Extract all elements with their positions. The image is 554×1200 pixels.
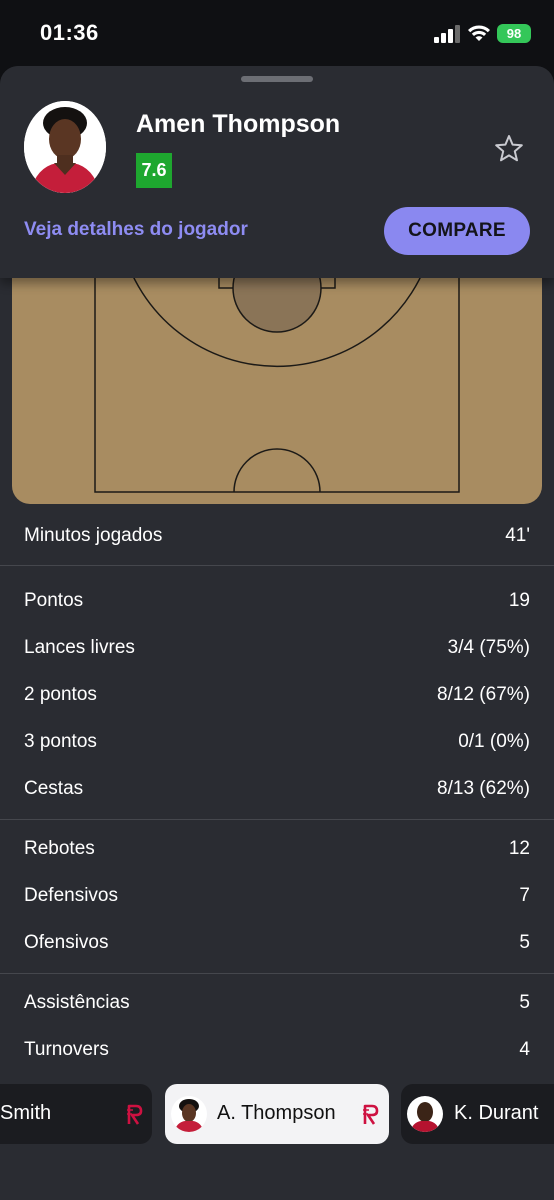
stat-label: Assistências (24, 992, 130, 1013)
stat-row-offensive-rebounds: Ofensivos 5 (0, 920, 554, 967)
stat-label: Ofensivos (24, 932, 109, 953)
star-icon[interactable] (493, 133, 525, 165)
wifi-icon (468, 25, 490, 41)
stat-value: 19 (508, 590, 530, 611)
player-chip-smith[interactable]: Smith (0, 1084, 152, 1144)
stat-value: 41' (505, 525, 530, 546)
sheet-grabber[interactable] (241, 76, 313, 82)
player-chip-name: A. Thompson (217, 1102, 336, 1124)
player-chip-avatar (407, 1096, 443, 1132)
stat-value: 4 (519, 1039, 530, 1060)
divider (0, 565, 554, 566)
battery-icon: 98 (497, 24, 531, 43)
stat-value: 8/13 (62%) (437, 778, 530, 799)
stat-label: Lances livres (24, 637, 135, 658)
player-chip-avatar (171, 1096, 207, 1132)
stat-value: 12 (508, 838, 530, 859)
player-chip-name: K. Durant (454, 1102, 539, 1124)
stat-row-free-throws: Lances livres 3/4 (75%) (0, 625, 554, 672)
rockets-logo-icon (363, 1104, 379, 1125)
stat-label: Defensivos (24, 885, 118, 906)
player-selector: Smith A. Thompson K. Durant (0, 1084, 554, 1144)
stat-row-points: Pontos 19 (0, 578, 554, 625)
rating-badge: 7.6 (136, 153, 172, 188)
stat-row-minutes: Minutos jogados 41' (0, 513, 554, 560)
divider (0, 973, 554, 974)
stat-row-turnovers: Turnovers 4 (0, 1027, 554, 1074)
stat-label: 3 pontos (24, 731, 97, 752)
stat-value: 5 (519, 992, 530, 1013)
player-chip-name: Smith (0, 1102, 52, 1124)
stat-label: Cestas (24, 778, 84, 799)
player-name: Amen Thompson (136, 110, 341, 138)
stat-label: Turnovers (24, 1039, 109, 1060)
player-chip-durant[interactable]: K. Durant (401, 1084, 554, 1144)
player-avatar (24, 101, 106, 193)
stat-value: 5 (519, 932, 530, 953)
stat-row-rebounds: Rebotes 12 (0, 826, 554, 873)
stat-label: Minutos jogados (24, 525, 163, 546)
player-details-link[interactable]: Veja detalhes do jogador (24, 219, 248, 241)
stat-value: 0/1 (0%) (458, 731, 530, 752)
stats-list: Minutos jogados 41' Pontos 19 Lances liv… (0, 513, 554, 1074)
stat-row-field-goals: Cestas 8/13 (62%) (0, 766, 554, 813)
stat-value: 8/12 (67%) (437, 684, 530, 705)
stat-label: Rebotes (24, 838, 95, 859)
stat-row-defensive-rebounds: Defensivos 7 (0, 873, 554, 920)
divider (0, 819, 554, 820)
compare-button[interactable]: COMPARE (384, 207, 530, 255)
stat-value: 7 (519, 885, 530, 906)
stat-value: 3/4 (75%) (447, 637, 530, 658)
player-header: Amen Thompson 7.6 Veja detalhes do jogad… (0, 66, 554, 278)
stat-label: 2 pontos (24, 684, 97, 705)
stat-row-three-pointers: 3 pontos 0/1 (0%) (0, 719, 554, 766)
player-chip-thompson[interactable]: A. Thompson (165, 1084, 389, 1144)
stat-label: Pontos (24, 590, 84, 611)
court-shot-map (12, 266, 542, 504)
rockets-logo-icon (127, 1104, 143, 1125)
stat-row-two-pointers: 2 pontos 8/12 (67%) (0, 672, 554, 719)
status-bar: 01:36 98 (0, 0, 554, 66)
player-sheet: Amen Thompson 7.6 Veja detalhes do jogad… (0, 66, 554, 1200)
status-time: 01:36 (40, 20, 99, 45)
stat-row-assists: Assistências 5 (0, 980, 554, 1027)
signal-icon (434, 25, 460, 43)
